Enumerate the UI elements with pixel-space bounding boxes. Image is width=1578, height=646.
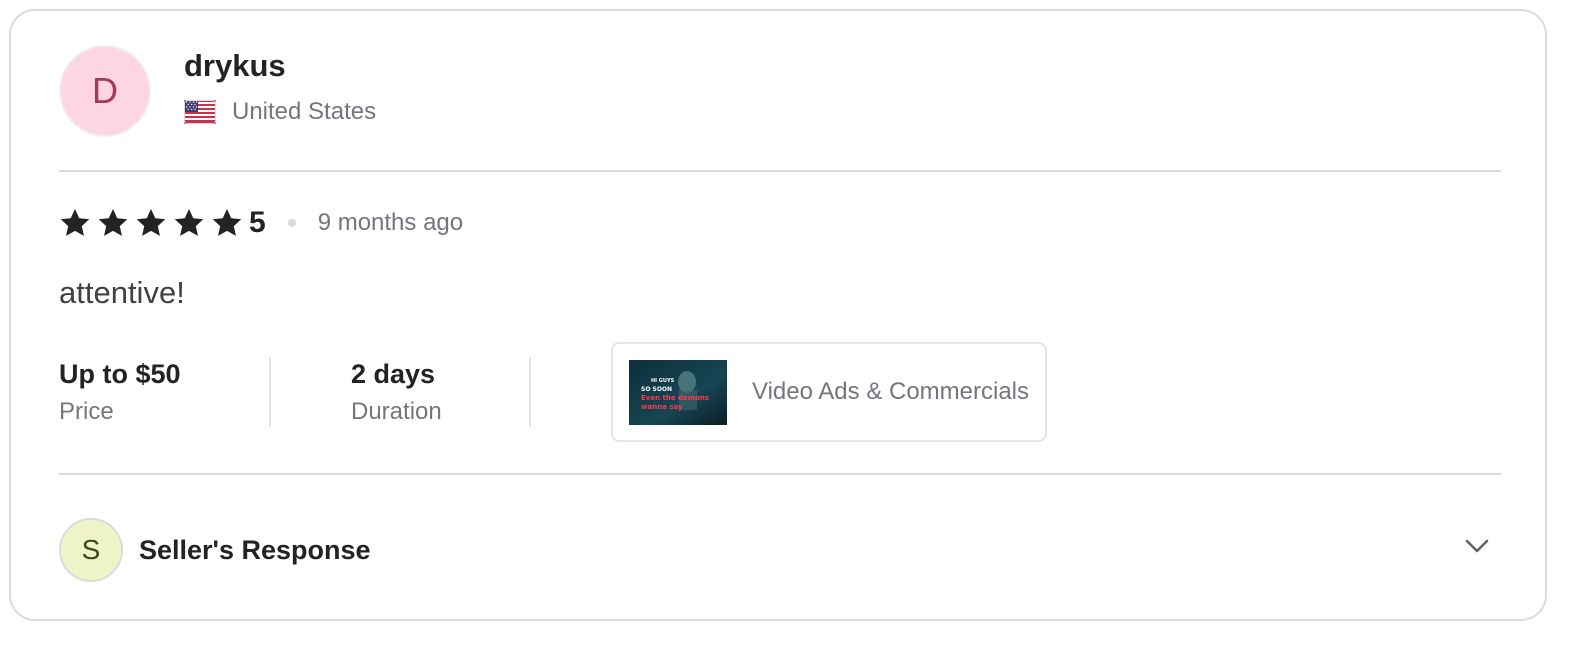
reviewer-avatar-initial: D [92, 70, 118, 111]
star-icon [98, 209, 128, 236]
gig-title[interactable]: Video Ads & Commercials [752, 378, 1029, 406]
reviewer-header: D drykus United States [59, 42, 376, 140]
reviewer-country-row: United States [184, 98, 376, 126]
review-card: D drykus United States 5 9 months ago at… [9, 9, 1547, 621]
star-icon [212, 209, 242, 236]
reviewer-avatar[interactable]: D [59, 45, 151, 137]
gig-thumbnail[interactable]: HI GUYS SO SOON Even the demons wanna sa… [629, 359, 727, 425]
price-value: Up to $50 [59, 359, 181, 389]
order-meta-row: Up to $50 Price 2 days Duration HI GUYS … [59, 341, 1048, 443]
star-icon [60, 209, 90, 236]
chevron-down-icon[interactable] [1463, 532, 1491, 560]
separator-dot [287, 219, 296, 227]
gig-card[interactable]: HI GUYS SO SOON Even the demons wanna sa… [611, 342, 1048, 442]
thumb-text-1: HI GUYS [651, 378, 675, 384]
review-time-ago: 9 months ago [317, 209, 464, 236]
reviewer-username[interactable]: drykus [184, 48, 376, 84]
rating-value: 5 [249, 206, 266, 239]
seller-avatar: S [59, 518, 123, 582]
star-icon [136, 209, 166, 236]
seller-avatar-initial: S [81, 534, 101, 565]
review-text: attentive! [59, 275, 185, 310]
thumb-text-2: SO SOON [641, 386, 672, 393]
rating-row: 5 9 months ago [59, 201, 463, 245]
thumb-text-4: wanna say [641, 403, 683, 411]
duration-value: 2 days [351, 359, 436, 389]
duration-label: Duration [351, 398, 442, 425]
seller-response-title[interactable]: Seller's Response [139, 535, 371, 566]
price-meta: Up to $50 Price [59, 357, 269, 427]
header-divider [59, 170, 1501, 172]
response-divider [59, 473, 1501, 475]
reviewer-country: United States [232, 98, 377, 125]
meta-divider [529, 357, 531, 427]
price-label: Price [59, 398, 114, 425]
reviewer-info: drykus United States [184, 48, 376, 126]
star-rating [59, 207, 249, 239]
duration-meta: 2 days Duration [271, 357, 529, 427]
seller-response-toggle[interactable]: S Seller's Response [59, 518, 1497, 582]
us-flag-icon [184, 100, 216, 124]
thumb-text-3: Even the demons [641, 394, 709, 402]
star-icon [174, 209, 204, 236]
